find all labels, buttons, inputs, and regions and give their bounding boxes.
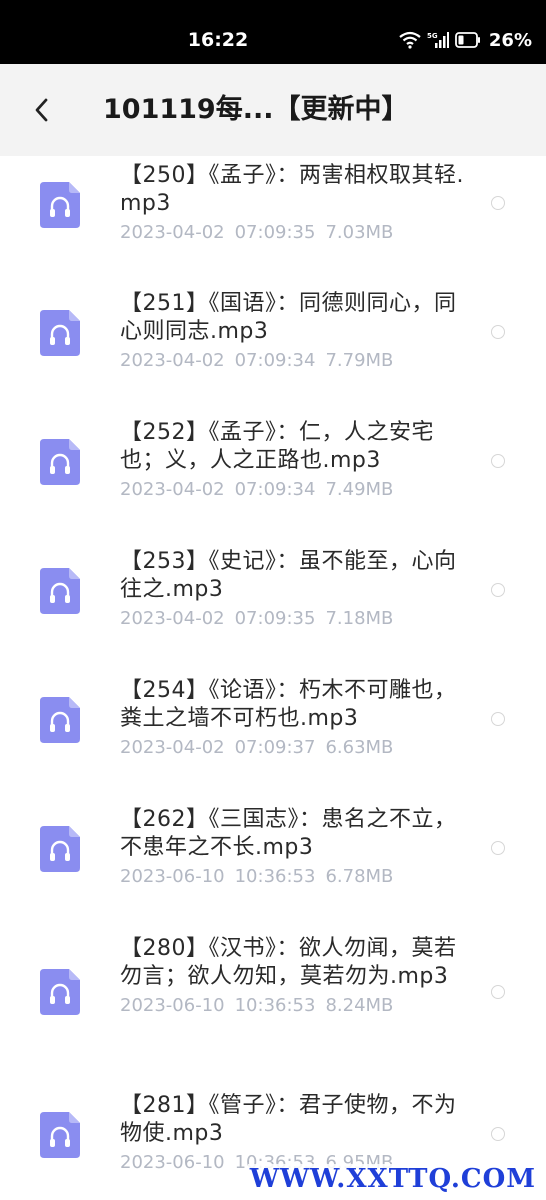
audio-file-icon — [40, 969, 80, 1015]
select-radio[interactable] — [491, 1127, 505, 1141]
battery-percent: 26% — [488, 29, 532, 51]
audio-file-icon — [40, 182, 80, 228]
file-name: 【254】《论语》：朽木不可雕也，粪土之墙不可朽也.mp3 — [120, 678, 457, 731]
file-meta: 2023-04-02 07:09:37 6.63MB — [120, 735, 470, 761]
file-text: 【253】《史记》：虽不能至，心向往之.mp3 2023-04-02 07:09:… — [120, 548, 470, 632]
file-date: 2023-04-02 — [120, 737, 225, 758]
battery-icon — [455, 32, 481, 48]
file-text: 【251】《国语》：同德则同心，同心则同志.mp3 2023-04-02 07:0… — [120, 290, 470, 374]
file-text: 【254】《论语》：朽木不可雕也，粪土之墙不可朽也.mp3 2023-04-02… — [120, 677, 470, 761]
file-size: 6.63MB — [325, 737, 394, 758]
back-button[interactable] — [22, 90, 62, 130]
file-size: 8.24MB — [325, 995, 394, 1016]
chevron-left-icon — [35, 98, 48, 122]
file-meta: 2023-04-02 07:09:34 7.79MB — [120, 348, 470, 374]
file-item[interactable]: 【251】《国语》：同德则同心，同心则同志.mp3 2023-04-02 07:0… — [0, 286, 546, 412]
wifi-icon — [399, 31, 421, 49]
file-item[interactable]: 【262】《三国志》：患名之不立，不患年之不长.mp3 2023-06-10 10… — [0, 802, 546, 928]
file-item[interactable]: 【252】《孟子》：仁，人之安宅也；义，人之正路也.mp3 2023-04-02… — [0, 415, 546, 541]
file-date: 2023-04-02 — [120, 608, 225, 629]
file-date: 2023-06-10 — [120, 1152, 225, 1173]
select-radio[interactable] — [491, 454, 505, 468]
file-name: 【262】《三国志》：患名之不立，不患年之不长.mp3 — [120, 807, 457, 860]
file-name: 【280】《汉书》：欲人勿闻，莫若勿言；欲人勿知，莫若勿为.mp3 — [120, 936, 457, 989]
audio-file-icon — [40, 826, 80, 872]
file-size: 7.18MB — [325, 608, 394, 629]
file-date: 2023-04-02 — [120, 479, 225, 500]
file-meta: 2023-06-10 10:36:53 6.78MB — [120, 864, 470, 890]
file-list: 【250】《孟子》：两害相权取其轻.mp3 2023-04-02 07:09:35… — [0, 156, 546, 1200]
file-meta: 2023-04-02 07:09:35 7.18MB — [120, 606, 470, 632]
audio-file-icon — [40, 310, 80, 356]
file-name: 【252】《孟子》：仁，人之安宅也；义，人之正路也.mp3 — [120, 420, 434, 473]
audio-file-icon — [40, 568, 80, 614]
status-time: 16:22 — [187, 29, 249, 51]
file-time: 07:09:34 — [234, 479, 316, 500]
file-name: 【281】《管子》：君子使物，不为物使.mp3 — [120, 1093, 457, 1146]
audio-file-icon — [40, 697, 80, 743]
file-text: 【262】《三国志》：患名之不立，不患年之不长.mp3 2023-06-10 10… — [120, 806, 470, 890]
file-meta: 2023-04-02 07:09:34 7.49MB — [120, 477, 470, 503]
watermark: WWW.XXTTQ.COM — [247, 1164, 538, 1194]
navigation-bar: 101119每...【更新中】 — [0, 64, 546, 156]
select-radio[interactable] — [491, 985, 505, 999]
file-meta: 2023-06-10 10:36:53 8.24MB — [120, 993, 470, 1019]
file-text: 【280】《汉书》：欲人勿闻，莫若勿言；欲人勿知，莫若勿为.mp3 2023-0… — [120, 935, 470, 1019]
file-size: 7.49MB — [325, 479, 394, 500]
select-radio[interactable] — [491, 712, 505, 726]
file-time: 07:09:34 — [234, 350, 316, 371]
file-date: 2023-06-10 — [120, 866, 225, 887]
file-meta: 2023-04-02 07:09:35 7.03MB — [120, 220, 470, 246]
select-radio[interactable] — [491, 325, 505, 339]
file-time: 10:36:53 — [234, 995, 316, 1016]
file-time: 07:09:37 — [234, 737, 316, 758]
file-name: 【250】《孟子》：两害相权取其轻.mp3 — [120, 163, 464, 216]
network-label: 5G — [427, 32, 438, 40]
audio-file-icon — [40, 1112, 80, 1158]
file-name: 【251】《国语》：同德则同心，同心则同志.mp3 — [120, 291, 457, 344]
file-size: 7.03MB — [325, 222, 394, 243]
file-size: 6.78MB — [325, 866, 394, 887]
file-time: 07:09:35 — [234, 608, 316, 629]
file-text: 【250】《孟子》：两害相权取其轻.mp3 2023-04-02 07:09:35… — [120, 162, 470, 246]
select-radio[interactable] — [491, 841, 505, 855]
file-item[interactable]: 【280】《汉书》：欲人勿闻，莫若勿言；欲人勿知，莫若勿为.mp3 2023-0… — [0, 931, 546, 1081]
select-radio[interactable] — [491, 196, 505, 210]
file-date: 2023-06-10 — [120, 995, 225, 1016]
status-bar: 16:22 5G 26% — [0, 0, 546, 64]
file-date: 2023-04-02 — [120, 350, 225, 371]
status-icons: 5G 26% — [399, 28, 532, 52]
file-size: 7.79MB — [325, 350, 394, 371]
select-radio[interactable] — [491, 583, 505, 597]
file-date: 2023-04-02 — [120, 222, 225, 243]
signal-icon: 5G — [427, 31, 449, 49]
audio-file-icon — [40, 439, 80, 485]
file-item[interactable]: 【250】《孟子》：两害相权取其轻.mp3 2023-04-02 07:09:35… — [0, 156, 546, 282]
file-name: 【253】《史记》：虽不能至，心向往之.mp3 — [120, 549, 457, 602]
page-title: 101119每...【更新中】 — [103, 94, 409, 125]
file-text: 【252】《孟子》：仁，人之安宅也；义，人之正路也.mp3 2023-04-02… — [120, 419, 470, 503]
file-item[interactable]: 【254】《论语》：朽木不可雕也，粪土之墙不可朽也.mp3 2023-04-02… — [0, 673, 546, 799]
file-time: 10:36:53 — [234, 866, 316, 887]
file-time: 07:09:35 — [234, 222, 316, 243]
file-item[interactable]: 【253】《史记》：虽不能至，心向往之.mp3 2023-04-02 07:09:… — [0, 544, 546, 670]
